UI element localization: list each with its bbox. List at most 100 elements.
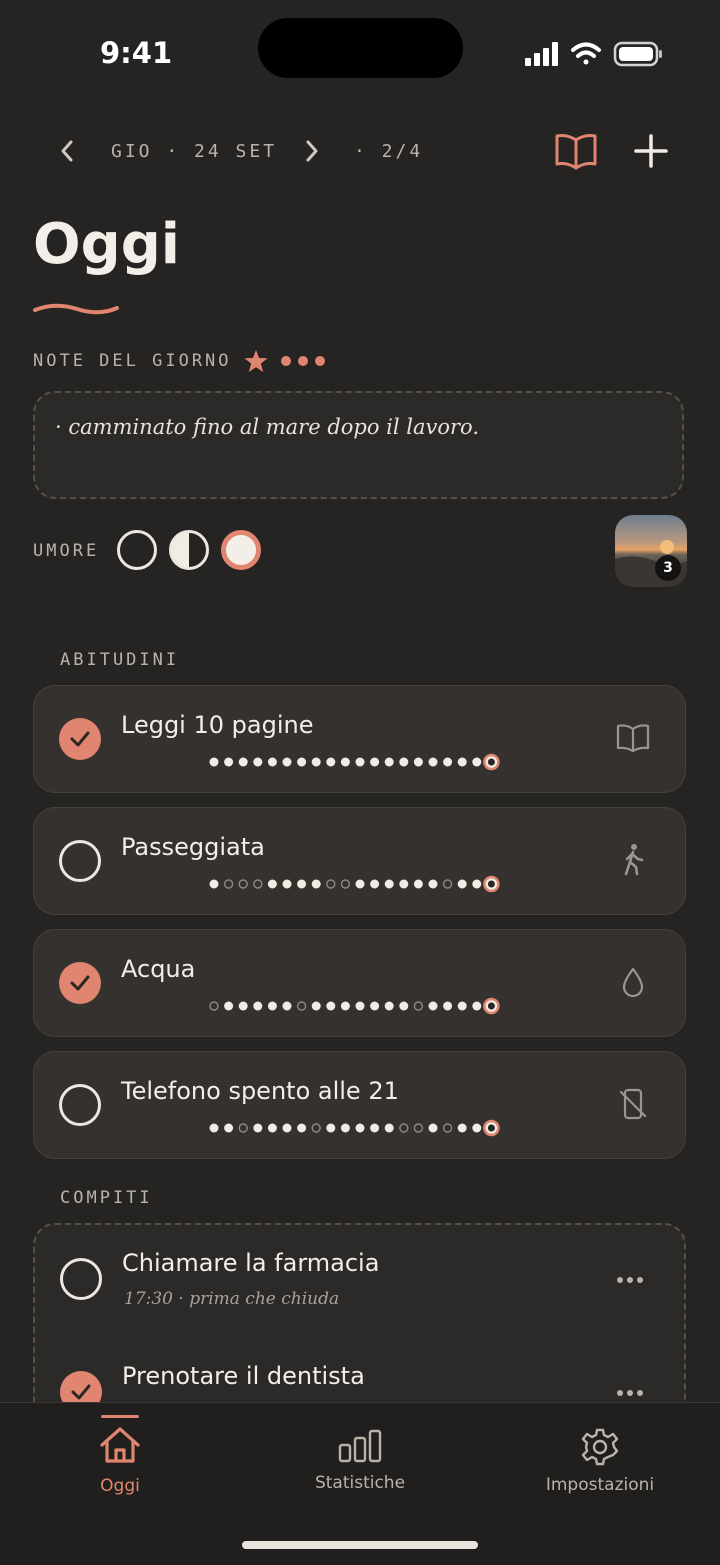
streak-dot xyxy=(428,1123,438,1133)
streak-dot xyxy=(443,1001,453,1011)
streak-dot xyxy=(472,1123,482,1133)
streak-dot xyxy=(267,879,277,889)
plus-icon xyxy=(634,134,668,168)
habit-checkbox[interactable] xyxy=(59,962,101,1004)
habit-card[interactable]: Passeggiata xyxy=(33,807,686,915)
streak-dot xyxy=(370,879,380,889)
habit-checkbox[interactable] xyxy=(59,718,101,760)
daily-note[interactable]: · camminato fino al mare dopo il lavoro. xyxy=(33,391,684,499)
book-icon xyxy=(616,724,650,753)
streak-dot xyxy=(311,1001,321,1011)
streak-dot xyxy=(472,757,482,767)
tab-statistiche[interactable]: Statistiche xyxy=(240,1403,480,1513)
streak-dot xyxy=(340,879,351,889)
streak-dot xyxy=(311,1123,321,1133)
streak-dot xyxy=(296,1001,307,1011)
task-checkbox[interactable] xyxy=(60,1258,102,1300)
dynamic-island xyxy=(258,18,463,78)
streak-dot xyxy=(297,757,307,767)
streak-dot xyxy=(384,879,394,889)
habit-card[interactable]: Leggi 10 pagine xyxy=(33,685,686,793)
today-dot-center xyxy=(487,880,495,888)
habit-card[interactable]: Acqua xyxy=(33,929,686,1037)
task-more-icon[interactable] xyxy=(616,1276,644,1284)
photo-thumbnail[interactable]: 3 xyxy=(615,515,687,587)
streak-dot xyxy=(355,757,365,767)
task-name[interactable]: Prenotare il dentista xyxy=(122,1362,365,1390)
water-drop-icon xyxy=(622,967,644,998)
task-name[interactable]: Chiamare la farmacia xyxy=(122,1249,379,1277)
streak-dot xyxy=(326,757,336,767)
chevron-right-icon xyxy=(306,140,318,162)
streak-dot xyxy=(340,1001,350,1011)
mood-label: UMORE xyxy=(33,541,100,561)
notes-label: NOTE DEL GIORNO xyxy=(33,351,232,371)
task-more-icon[interactable] xyxy=(616,1389,644,1397)
streak-dot xyxy=(282,1001,292,1011)
streak-dot xyxy=(282,1123,292,1133)
battery-icon xyxy=(613,41,662,67)
streak-dot xyxy=(209,879,219,889)
streak-dot xyxy=(355,879,365,889)
photo-count-badge: 3 xyxy=(655,555,681,581)
streak-dot xyxy=(224,1123,234,1133)
streak-dot xyxy=(442,1123,453,1133)
tab-impostazioni[interactable]: Impostazioni xyxy=(480,1403,720,1513)
streak-dot xyxy=(370,1001,380,1011)
tab-oggi[interactable]: Oggi xyxy=(0,1403,240,1513)
habit-name: Acqua xyxy=(121,955,196,983)
checkmark-icon xyxy=(71,1384,91,1400)
prev-day-button[interactable] xyxy=(47,131,87,171)
streak-dot xyxy=(399,879,409,889)
streak-dot xyxy=(311,879,321,889)
bar-chart-icon xyxy=(338,1429,382,1463)
streak-dot xyxy=(238,1001,248,1011)
journal-button[interactable] xyxy=(553,128,599,174)
wifi-icon xyxy=(571,42,601,65)
streak-dot xyxy=(355,1001,365,1011)
streak-dot xyxy=(428,1001,438,1011)
more-dots-icon[interactable] xyxy=(279,354,327,368)
streak-dot xyxy=(442,879,453,889)
mood-low[interactable] xyxy=(117,530,157,570)
streak-dot xyxy=(413,879,423,889)
streak-dot xyxy=(457,1001,467,1011)
streak-dot xyxy=(399,1123,409,1133)
habit-checkbox[interactable] xyxy=(59,1084,101,1126)
habit-card[interactable]: Telefono spento alle 21 xyxy=(33,1051,686,1159)
streak-dot xyxy=(413,1123,424,1133)
habit-checkbox[interactable] xyxy=(59,840,101,882)
daily-note-text: · camminato fino al mare dopo il lavoro. xyxy=(55,415,479,439)
streak-dot xyxy=(253,757,263,767)
mood-mid[interactable] xyxy=(169,530,209,570)
streak-dot xyxy=(297,879,307,889)
checkmark-icon xyxy=(70,975,90,991)
streak-dot xyxy=(413,757,423,767)
streak-dot xyxy=(224,1001,234,1011)
streak-dot xyxy=(253,879,263,889)
habit-name: Passeggiata xyxy=(121,833,265,861)
habit-streak xyxy=(209,753,500,771)
streak-dot xyxy=(384,1123,394,1133)
streak-dot xyxy=(238,879,248,889)
streak-dot xyxy=(326,1001,336,1011)
streak-dot xyxy=(472,1001,482,1011)
page-indicator: · 2/4 xyxy=(354,141,424,162)
tab-label: Statistiche xyxy=(314,1473,406,1493)
streak-dot xyxy=(428,757,438,767)
add-button[interactable] xyxy=(630,130,672,172)
streak-dot xyxy=(457,1123,467,1133)
streak-dot xyxy=(209,1123,219,1133)
streak-dot xyxy=(267,1001,277,1011)
habits-label: ABITUDINI xyxy=(60,650,180,670)
streak-dot xyxy=(355,1123,365,1133)
streak-dot xyxy=(399,1001,409,1011)
star-icon[interactable] xyxy=(243,348,269,374)
mood-high-selected[interactable] xyxy=(221,530,261,570)
checkmark-icon xyxy=(70,731,90,747)
habit-name: Leggi 10 pagine xyxy=(121,711,314,739)
next-day-button[interactable] xyxy=(292,131,332,171)
streak-dot xyxy=(457,757,467,767)
streak-dot xyxy=(267,1123,277,1133)
task-subtitle: 17:30 · prima che chiuda xyxy=(124,1289,340,1309)
